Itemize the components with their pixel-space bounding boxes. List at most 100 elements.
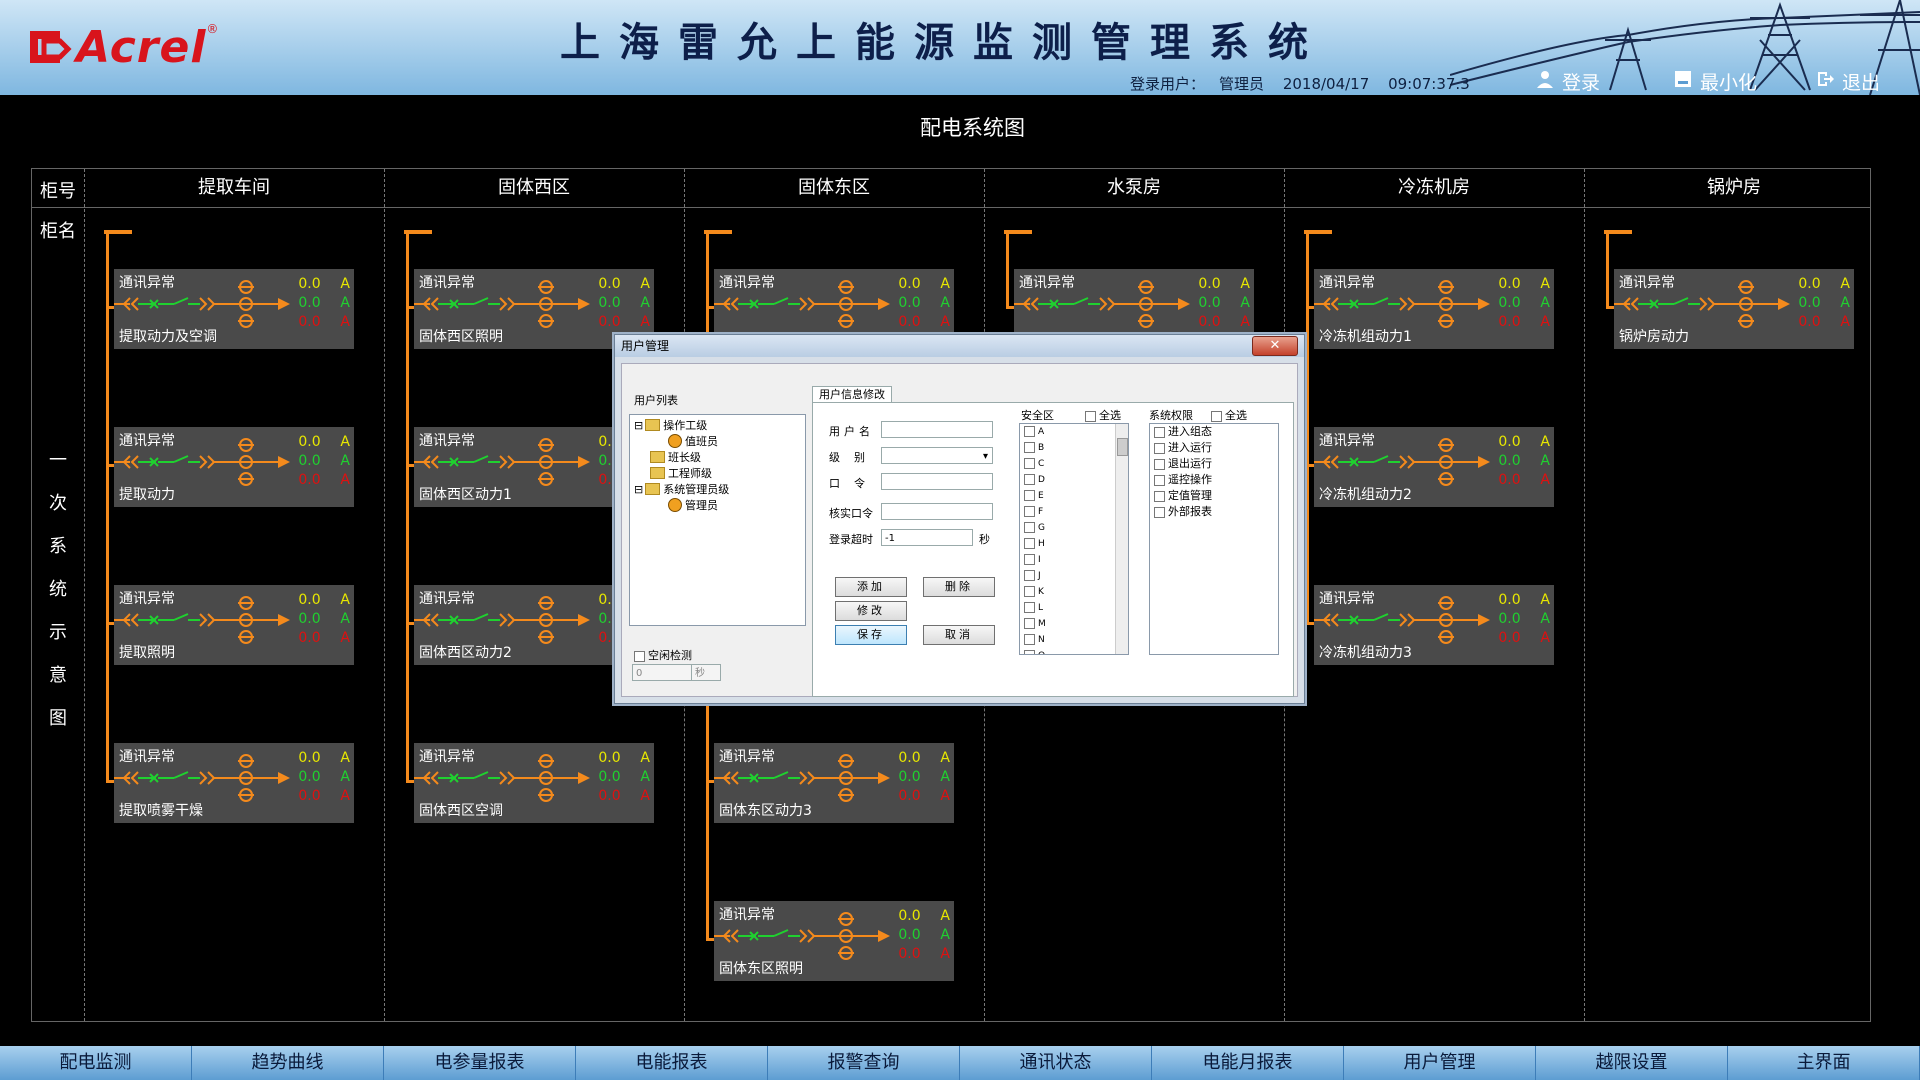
feeder-cell[interactable]: 通讯异常 0.0 A 0.0 A 0.0 A 提取喷雾干燥	[114, 743, 354, 823]
checkbox[interactable]	[1024, 442, 1035, 453]
security-list-scrollbar[interactable]	[1115, 424, 1128, 654]
minimize-button[interactable]: 最小化	[1674, 68, 1757, 95]
checkbox[interactable]	[1154, 474, 1165, 486]
feeder-cell[interactable]: 通讯异常 0.0 A 0.0 A 0.0 A 提取动力	[114, 427, 354, 507]
security-zone-item[interactable]: E	[1020, 488, 1128, 504]
nav-button-5[interactable]: 通讯状态	[960, 1046, 1152, 1080]
checkbox[interactable]	[1024, 506, 1035, 517]
security-zone-item[interactable]: F	[1020, 504, 1128, 520]
tree-node-monitor-level[interactable]: 班长级	[650, 449, 701, 465]
checkbox[interactable]	[1154, 506, 1165, 518]
feeder-cell[interactable]: 通讯异常 0.0 A 0.0 A 0.0 A 提取动力及空调	[114, 269, 354, 349]
add-button[interactable]: 添加	[835, 577, 907, 597]
checkbox[interactable]	[1024, 522, 1035, 533]
security-zone-item[interactable]: L	[1020, 600, 1128, 616]
scrollbar-thumb[interactable]	[1117, 438, 1128, 456]
checkbox[interactable]	[1024, 618, 1035, 629]
checkbox[interactable]	[1024, 602, 1035, 613]
checkbox[interactable]	[1154, 458, 1165, 470]
tab-user-info-edit[interactable]: 用户信息修改	[812, 386, 892, 403]
dialog-close-button[interactable]: ✕	[1252, 336, 1298, 356]
login-timeout-input[interactable]: -1	[881, 529, 973, 546]
feeder-status: 通讯异常	[419, 433, 475, 449]
checkbox[interactable]	[1024, 490, 1035, 501]
tree-node-duty-user[interactable]: 值班员	[668, 433, 718, 449]
security-zone-item[interactable]: J	[1020, 568, 1128, 584]
idle-check-checkbox[interactable]	[634, 650, 645, 662]
security-zone-item[interactable]: N	[1020, 632, 1128, 648]
nav-button-1[interactable]: 趋势曲线	[192, 1046, 384, 1080]
security-select-all[interactable]: 全选	[1085, 407, 1121, 423]
feeder-cell[interactable]: 通讯异常 0.0 A 0.0 A 0.0 A 固体西区空调	[414, 743, 654, 823]
nav-button-6[interactable]: 电能月报表	[1152, 1046, 1344, 1080]
security-zone-list[interactable]: ABCDEFGHIJKLMN O	[1019, 423, 1129, 655]
cancel-button[interactable]: 取消	[923, 625, 995, 645]
feeder-cell[interactable]: 通讯异常 0.0 A 0.0 A 0.0 A 固体东区动力3	[714, 743, 954, 823]
tree-node-admin-level[interactable]: ⊟ 系统管理员级	[634, 481, 729, 497]
tree-node-admin-user[interactable]: 管理员	[668, 497, 718, 513]
system-rights-list[interactable]: 进入组态 进入运行 退出运行 遥控操作 定值管理 外部报表	[1149, 423, 1279, 655]
system-right-item[interactable]: 外部报表	[1150, 504, 1278, 520]
checkbox[interactable]	[1024, 650, 1035, 654]
delete-button[interactable]: 删除	[923, 577, 995, 597]
tree-node-operator-level[interactable]: ⊟ 操作工级	[634, 417, 707, 433]
rights-select-all-checkbox[interactable]	[1211, 410, 1222, 422]
dialog-titlebar[interactable]: 用户管理 ✕	[615, 335, 1304, 357]
security-zone-item[interactable]: G	[1020, 520, 1128, 536]
current-value-b: 0.0	[1798, 295, 1821, 311]
tree-node-engineer-level[interactable]: 工程师级	[650, 465, 712, 481]
security-zone-item[interactable]: D	[1020, 472, 1128, 488]
username-input[interactable]	[881, 421, 993, 438]
nav-button-4[interactable]: 报警查询	[768, 1046, 960, 1080]
current-value-b: 0.0	[898, 769, 921, 785]
security-zone-item[interactable]: A	[1020, 424, 1128, 440]
security-zone-item[interactable]: I	[1020, 552, 1128, 568]
feeder-cell[interactable]: 通讯异常 0.0 A 0.0 A 0.0 A 冷冻机组动力3	[1314, 585, 1554, 665]
feeder-cell[interactable]: 通讯异常 0.0 A 0.0 A 0.0 A 锅炉房动力	[1614, 269, 1854, 349]
idle-check[interactable]: 空闲检测	[634, 647, 692, 663]
idle-seconds-input[interactable]: 0	[632, 664, 692, 681]
checkbox[interactable]	[1024, 426, 1035, 437]
system-right-item[interactable]: 遥控操作	[1150, 472, 1278, 488]
checkbox[interactable]	[1154, 426, 1165, 438]
security-zone-item[interactable]: B	[1020, 440, 1128, 456]
checkbox[interactable]	[1024, 554, 1035, 565]
nav-button-8[interactable]: 越限设置	[1536, 1046, 1728, 1080]
checkbox[interactable]	[1154, 490, 1165, 502]
feeder-cell[interactable]: 通讯异常 0.0 A 0.0 A 0.0 A 冷冻机组动力2	[1314, 427, 1554, 507]
security-zone-item[interactable]: C	[1020, 456, 1128, 472]
system-right-item[interactable]: 进入运行	[1150, 440, 1278, 456]
nav-button-7[interactable]: 用户管理	[1344, 1046, 1536, 1080]
checkbox[interactable]	[1024, 586, 1035, 597]
nav-button-0[interactable]: 配电监测	[0, 1046, 192, 1080]
save-button[interactable]: 保存	[835, 625, 907, 645]
nav-button-3[interactable]: 电能报表	[576, 1046, 768, 1080]
checkbox[interactable]	[1024, 458, 1035, 469]
security-zone-item[interactable]: K	[1020, 584, 1128, 600]
rights-select-all[interactable]: 全选	[1211, 407, 1247, 423]
nav-button-2[interactable]: 电参量报表	[384, 1046, 576, 1080]
feeder-cell[interactable]: 通讯异常 0.0 A 0.0 A 0.0 A 固体东区照明	[714, 901, 954, 981]
checkbox[interactable]	[1024, 538, 1035, 549]
checkbox[interactable]	[1154, 442, 1165, 454]
system-right-item[interactable]: 定值管理	[1150, 488, 1278, 504]
level-select[interactable]: ▾	[881, 447, 993, 464]
system-right-item[interactable]: 进入组态	[1150, 424, 1278, 440]
exit-button[interactable]: 退出	[1816, 68, 1880, 95]
security-zone-item[interactable]: O	[1020, 648, 1128, 654]
idle-unit-select[interactable]: 秒	[691, 664, 721, 681]
feeder-cell[interactable]: 通讯异常 0.0 A 0.0 A 0.0 A 提取照明	[114, 585, 354, 665]
checkbox[interactable]	[1024, 474, 1035, 485]
security-select-all-checkbox[interactable]	[1085, 410, 1096, 422]
modify-button[interactable]: 修改	[835, 601, 907, 621]
security-zone-item[interactable]: M	[1020, 616, 1128, 632]
feeder-cell[interactable]: 通讯异常 0.0 A 0.0 A 0.0 A 冷冻机组动力1	[1314, 269, 1554, 349]
confirm-password-input[interactable]	[881, 503, 993, 520]
checkbox[interactable]	[1024, 634, 1035, 645]
checkbox[interactable]	[1024, 570, 1035, 581]
nav-button-9[interactable]: 主界面	[1728, 1046, 1920, 1080]
password-input[interactable]	[881, 473, 993, 490]
login-button[interactable]: 登录	[1536, 68, 1600, 95]
system-right-item[interactable]: 退出运行	[1150, 456, 1278, 472]
security-zone-item[interactable]: H	[1020, 536, 1128, 552]
